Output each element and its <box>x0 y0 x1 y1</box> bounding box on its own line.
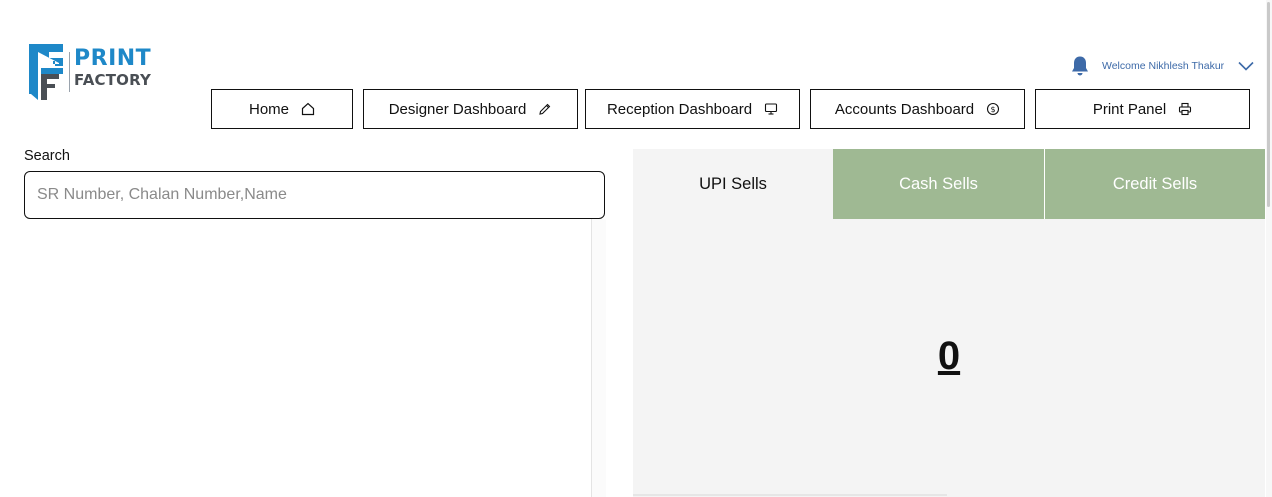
pencil-icon <box>539 103 551 115</box>
reception-dashboard-button[interactable]: Reception Dashboard <box>585 89 800 129</box>
logo-text-factory: FACTORY <box>74 71 152 89</box>
window-scrollbar-thumb[interactable] <box>1267 2 1270 207</box>
designer-dashboard-label: Designer Dashboard <box>388 100 527 118</box>
home-button[interactable]: Home <box>211 89 353 129</box>
dollar-coin-icon: $ <box>987 102 1000 116</box>
logo-text-print: PRINT <box>74 46 152 71</box>
home-button-label: Home <box>248 100 289 118</box>
sales-total-value[interactable]: 0 <box>633 334 1265 378</box>
accounts-dashboard-label: Accounts Dashboard <box>834 100 975 118</box>
designer-dashboard-button[interactable]: Designer Dashboard <box>363 89 578 129</box>
search-label: Search <box>24 148 70 164</box>
printer-icon <box>1179 102 1192 116</box>
results-scrollbar[interactable] <box>591 219 606 497</box>
panel-bottom-divider <box>633 494 947 496</box>
print-panel-button[interactable]: Print Panel <box>1035 89 1250 129</box>
accounts-dashboard-button[interactable]: Accounts Dashboard $ <box>810 89 1025 129</box>
print-panel-label: Print Panel <box>1092 100 1167 118</box>
svg-text:$: $ <box>991 105 996 114</box>
search-input[interactable] <box>24 171 605 219</box>
welcome-text: Welcome Nikhlesh Thakur <box>1102 60 1225 72</box>
sales-panel: UPI Sells Cash Sells Credit Sells 0 <box>633 149 1265 497</box>
tab-upi-sells-label: UPI Sells <box>699 174 767 193</box>
tab-cash-sells-label: Cash Sells <box>899 174 978 193</box>
reception-dashboard-label: Reception Dashboard <box>606 100 753 118</box>
print-factory-logo[interactable]: PRINT FACTORY <box>29 44 151 102</box>
user-area: Welcome Nikhlesh Thakur <box>1070 54 1254 78</box>
tab-upi-sells[interactable]: UPI Sells <box>633 149 833 219</box>
chevron-down-icon[interactable] <box>1238 61 1254 71</box>
monitor-icon <box>764 103 778 115</box>
bell-icon[interactable] <box>1070 55 1090 77</box>
logo-divider <box>69 52 70 92</box>
logo-mark-icon <box>29 44 63 100</box>
tab-credit-sells[interactable]: Credit Sells <box>1045 149 1265 219</box>
tab-credit-sells-label: Credit Sells <box>1112 174 1198 193</box>
tab-cash-sells[interactable]: Cash Sells <box>833 149 1044 219</box>
home-icon <box>301 102 315 116</box>
